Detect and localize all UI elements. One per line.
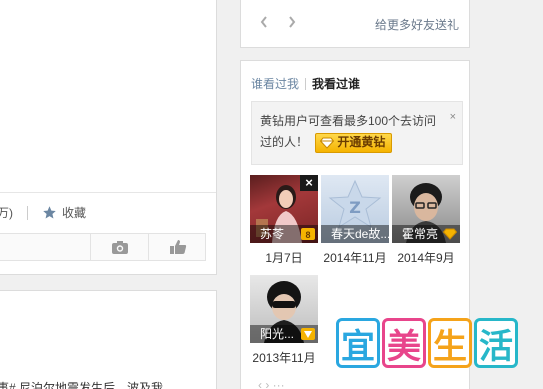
feed-card-bottom: 事# 尼泊尔地震发生后，波及我 xyxy=(0,290,217,389)
chevron-left-icon[interactable] xyxy=(257,15,271,29)
vip-badge-icon xyxy=(301,328,315,340)
diamond-icon xyxy=(320,137,335,149)
vip-badge-icon xyxy=(443,228,457,240)
star-icon xyxy=(43,206,56,219)
open-vip-button[interactable]: 开通黄钻 xyxy=(315,132,393,153)
stat-divider xyxy=(27,205,28,220)
more-gift-link[interactable]: 给更多好友送礼 xyxy=(375,16,459,33)
feed-card-top: 万) 收藏 xyxy=(0,0,217,275)
svg-text:8: 8 xyxy=(305,230,310,240)
notice-text-line1: 黄钻用户可查看最多100个去访问 xyxy=(260,114,437,128)
visitor-item[interactable]: 阳光... 2013年11月 xyxy=(250,275,318,366)
feed-stats-bar: 万) 收藏 xyxy=(0,192,216,232)
visitor-item[interactable]: × 苏苓 8 1月7日 xyxy=(250,175,318,266)
camera-icon xyxy=(111,240,128,254)
visitor-item[interactable]: 霍常亮 2014年9月 xyxy=(392,175,460,266)
avatar[interactable]: 霍常亮 xyxy=(392,175,460,243)
avatar[interactable]: × 苏苓 8 xyxy=(250,175,318,243)
visit-date: 1月7日 xyxy=(265,251,303,265)
pager-arrows[interactable]: ‹ › ··· xyxy=(258,378,285,389)
chevron-right-icon[interactable] xyxy=(285,15,299,29)
close-icon[interactable]: × xyxy=(300,175,318,191)
open-vip-label: 开通黄钻 xyxy=(337,135,386,150)
gift-panel: 给更多好友送礼 xyxy=(240,0,470,48)
visitor-name: 春天de故... xyxy=(321,225,389,243)
close-icon[interactable]: × xyxy=(450,107,456,128)
collect-label: 收藏 xyxy=(62,206,87,220)
watermark-char: 生 xyxy=(428,318,472,368)
feed-action-bar xyxy=(0,233,206,261)
visitor-item[interactable]: Z 春天de故... 2014年11月 xyxy=(321,175,389,266)
visit-date: 2014年9月 xyxy=(397,251,455,265)
visit-date: 2013年11月 xyxy=(252,351,316,365)
svg-text:Z: Z xyxy=(349,198,361,217)
like-button[interactable] xyxy=(148,234,206,260)
share-count-fragment: 万) xyxy=(0,206,13,220)
tab-who-visited-me[interactable]: 谁看过我 xyxy=(251,75,299,92)
tab-who-i-visited[interactable]: 我看过谁 xyxy=(312,75,360,92)
avatar[interactable]: 阳光... xyxy=(250,275,318,343)
collect-button[interactable]: 收藏 xyxy=(42,204,86,221)
watermark-char: 宜 xyxy=(336,318,380,368)
visitor-tabs: 谁看过我 我看过谁 xyxy=(251,75,360,92)
watermark-char: 活 xyxy=(474,318,518,368)
avatar[interactable]: Z 春天de故... xyxy=(321,175,389,243)
tab-separator xyxy=(305,77,307,90)
thumbs-up-icon xyxy=(169,240,186,254)
notice-text-line2: 过的人！ xyxy=(260,135,309,149)
vip-badge-icon: 8 xyxy=(301,228,315,240)
feed-snippet-text: 事# 尼泊尔地震发生后，波及我 xyxy=(0,381,164,389)
camera-button[interactable] xyxy=(90,234,148,260)
vip-notice: × 黄钻用户可查看最多100个去访问 过的人！ 开通黄钻 xyxy=(251,101,463,165)
visit-date: 2014年11月 xyxy=(323,251,387,265)
watermark-char: 美 xyxy=(382,318,426,368)
watermark-logo: 宜 美 生 活 xyxy=(336,318,520,368)
